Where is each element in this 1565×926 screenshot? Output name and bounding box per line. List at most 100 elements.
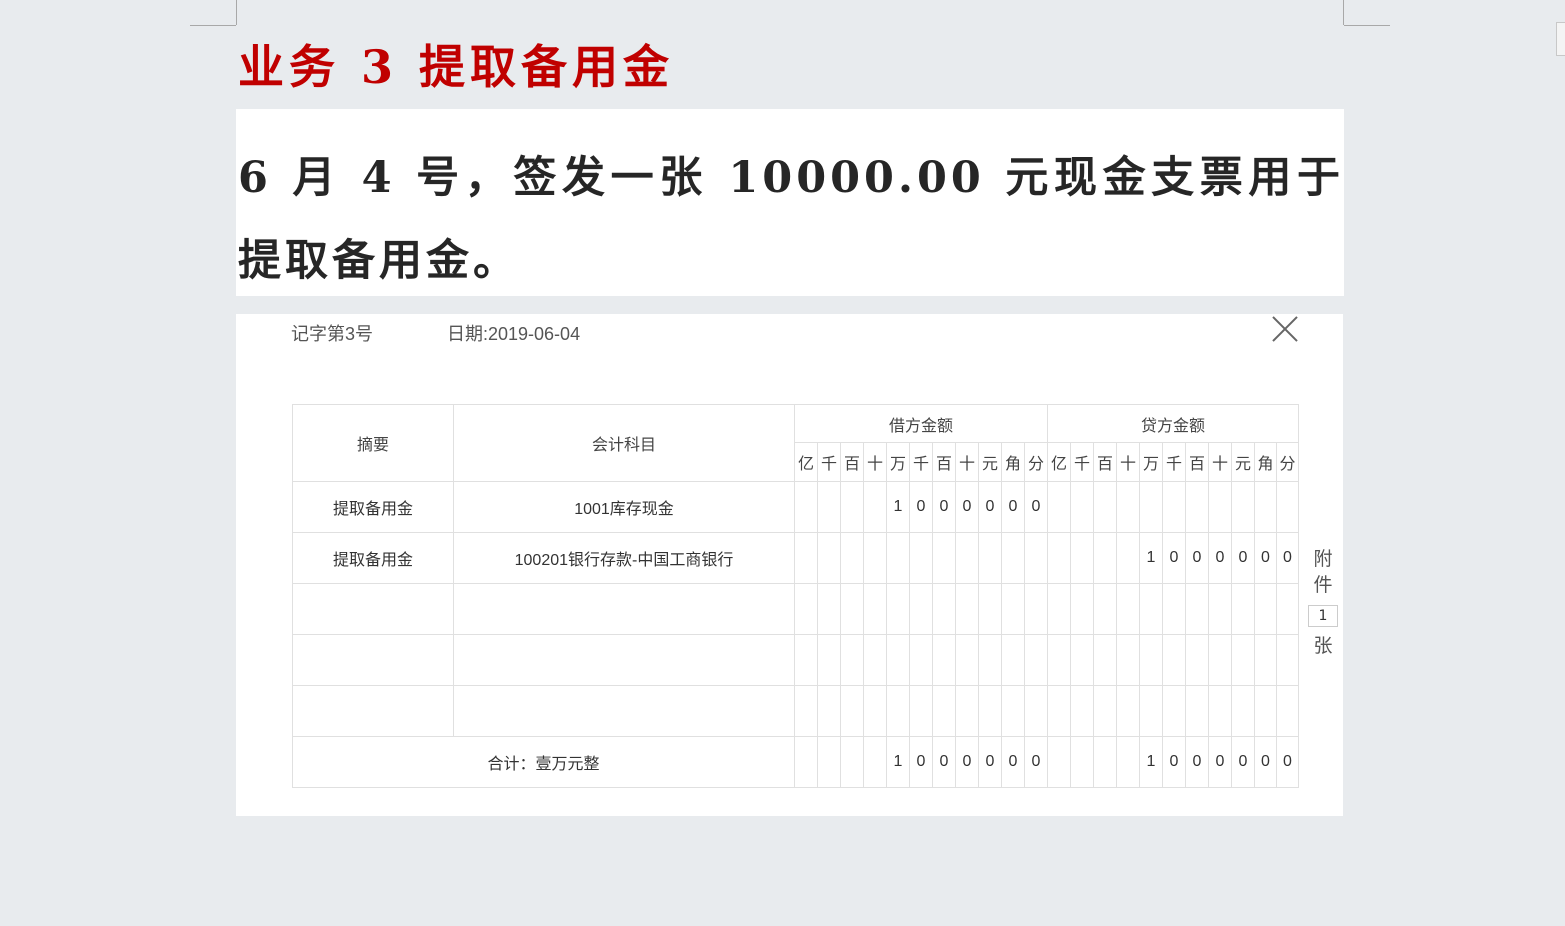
cell-credit-digit[interactable]: [1047, 685, 1071, 737]
attachment-count-field[interactable]: 1: [1308, 605, 1338, 627]
cell-debit-digit[interactable]: [955, 532, 979, 584]
cell-credit-digit[interactable]: [1185, 685, 1209, 737]
cell-credit-digit[interactable]: [1139, 634, 1163, 686]
cell-credit-digit[interactable]: [1093, 481, 1117, 533]
cell-credit-digit[interactable]: [1231, 634, 1255, 686]
cell-debit-digit[interactable]: [840, 583, 864, 635]
cell-debit-digit[interactable]: [1001, 634, 1025, 686]
cell-credit-digit[interactable]: [1162, 685, 1186, 737]
cell-debit-digit[interactable]: [909, 532, 933, 584]
cell-debit-digit[interactable]: [817, 481, 841, 533]
cell-credit-digit[interactable]: [1047, 634, 1071, 686]
cell-debit-digit[interactable]: [886, 532, 910, 584]
cell-credit-digit[interactable]: [1070, 685, 1094, 737]
cell-account[interactable]: 1001库存现金: [453, 481, 795, 533]
cell-debit-digit[interactable]: 0: [955, 481, 979, 533]
cell-debit-digit[interactable]: [932, 532, 956, 584]
cell-credit-digit[interactable]: 1: [1139, 532, 1163, 584]
cell-debit-digit[interactable]: [863, 634, 887, 686]
cell-summary[interactable]: [292, 583, 454, 635]
cell-debit-digit[interactable]: 1: [886, 481, 910, 533]
cell-credit-digit[interactable]: [1254, 685, 1277, 737]
cell-credit-digit[interactable]: 0: [1208, 532, 1232, 584]
cell-debit-digit[interactable]: [1024, 634, 1048, 686]
cell-credit-digit[interactable]: [1254, 583, 1277, 635]
cell-credit-digit[interactable]: 0: [1185, 532, 1209, 584]
cell-debit-digit[interactable]: [863, 685, 887, 737]
cell-debit-digit[interactable]: [909, 583, 933, 635]
scrollbar-stub[interactable]: [1556, 22, 1565, 56]
cell-credit-digit[interactable]: [1185, 481, 1209, 533]
cell-debit-digit[interactable]: [1001, 532, 1025, 584]
cell-debit-digit[interactable]: [840, 685, 864, 737]
cell-credit-digit[interactable]: [1093, 583, 1117, 635]
cell-credit-digit[interactable]: [1276, 583, 1299, 635]
cell-debit-digit[interactable]: [909, 634, 933, 686]
cell-debit-digit[interactable]: [817, 532, 841, 584]
cell-debit-digit[interactable]: [1001, 685, 1025, 737]
cell-credit-digit[interactable]: 0: [1162, 532, 1186, 584]
cell-debit-digit[interactable]: [955, 634, 979, 686]
cell-account[interactable]: [453, 583, 795, 635]
cell-credit-digit[interactable]: [1070, 583, 1094, 635]
cell-debit-digit[interactable]: [817, 685, 841, 737]
cell-debit-digit[interactable]: [886, 583, 910, 635]
cell-debit-digit[interactable]: [840, 481, 864, 533]
cell-credit-digit[interactable]: [1116, 481, 1140, 533]
cell-credit-digit[interactable]: [1139, 685, 1163, 737]
cell-debit-digit[interactable]: [955, 685, 979, 737]
cell-credit-digit[interactable]: [1116, 685, 1140, 737]
cell-credit-digit[interactable]: [1116, 583, 1140, 635]
cell-credit-digit[interactable]: [1116, 532, 1140, 584]
cell-credit-digit[interactable]: [1047, 532, 1071, 584]
cell-credit-digit[interactable]: [1276, 481, 1299, 533]
cell-debit-digit[interactable]: [932, 685, 956, 737]
cell-debit-digit[interactable]: 0: [909, 481, 933, 533]
cell-credit-digit[interactable]: [1208, 481, 1232, 533]
cell-debit-digit[interactable]: [932, 583, 956, 635]
cell-account[interactable]: 100201银行存款-中国工商银行: [453, 532, 795, 584]
cell-account[interactable]: [453, 685, 795, 737]
cell-summary[interactable]: [292, 634, 454, 686]
cell-credit-digit[interactable]: [1093, 634, 1117, 686]
cell-credit-digit[interactable]: [1070, 634, 1094, 686]
cell-debit-digit[interactable]: [886, 634, 910, 686]
cell-debit-digit[interactable]: [863, 583, 887, 635]
cell-credit-digit[interactable]: [1139, 481, 1163, 533]
cell-debit-digit[interactable]: [794, 532, 818, 584]
cell-credit-digit[interactable]: [1254, 481, 1277, 533]
cell-debit-digit[interactable]: [863, 481, 887, 533]
cell-credit-digit[interactable]: [1208, 583, 1232, 635]
cell-credit-digit[interactable]: [1208, 634, 1232, 686]
cell-debit-digit[interactable]: [794, 685, 818, 737]
cell-debit-digit[interactable]: [978, 583, 1002, 635]
cell-credit-digit[interactable]: [1254, 634, 1277, 686]
cell-credit-digit[interactable]: [1276, 685, 1299, 737]
cell-credit-digit[interactable]: [1162, 634, 1186, 686]
cell-debit-digit[interactable]: [794, 634, 818, 686]
cell-credit-digit[interactable]: [1070, 481, 1094, 533]
cell-credit-digit[interactable]: [1047, 481, 1071, 533]
cell-debit-digit[interactable]: [794, 583, 818, 635]
cell-credit-digit[interactable]: [1185, 634, 1209, 686]
cell-debit-digit[interactable]: [955, 583, 979, 635]
cell-debit-digit[interactable]: [863, 532, 887, 584]
cell-debit-digit[interactable]: [1024, 532, 1048, 584]
cell-credit-digit[interactable]: [1231, 583, 1255, 635]
cell-debit-digit[interactable]: [1024, 583, 1048, 635]
cell-credit-digit[interactable]: [1231, 481, 1255, 533]
close-icon[interactable]: [1270, 314, 1300, 344]
cell-credit-digit[interactable]: [1231, 685, 1255, 737]
cell-credit-digit[interactable]: [1116, 634, 1140, 686]
cell-debit-digit[interactable]: [978, 532, 1002, 584]
cell-summary[interactable]: [292, 685, 454, 737]
cell-credit-digit[interactable]: 0: [1254, 532, 1277, 584]
cell-credit-digit[interactable]: [1162, 481, 1186, 533]
cell-debit-digit[interactable]: [794, 481, 818, 533]
cell-debit-digit[interactable]: [817, 634, 841, 686]
cell-credit-digit[interactable]: [1070, 532, 1094, 584]
cell-credit-digit[interactable]: 0: [1231, 532, 1255, 584]
cell-debit-digit[interactable]: [909, 685, 933, 737]
cell-credit-digit[interactable]: 0: [1276, 532, 1299, 584]
cell-debit-digit[interactable]: [817, 583, 841, 635]
